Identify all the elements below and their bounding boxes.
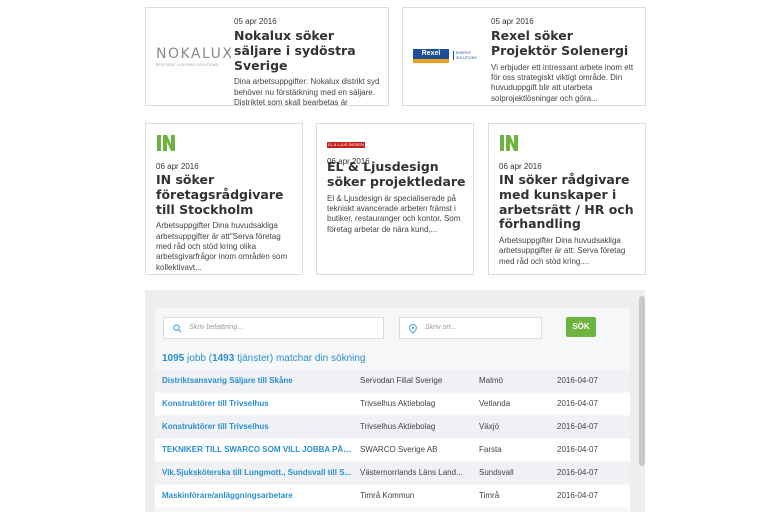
job-date: 2016-04-07 [557,491,598,500]
nokalux-logo: NOKALUX EFFICIENT LIGHTING SOLUTIONS [156,46,234,67]
job-title-link[interactable]: Maskinförare/anläggningsarbetare [162,491,352,500]
card-title[interactable]: IN söker företagsrådgivare till Stockhol… [156,172,296,217]
job-card-nokalux[interactable]: NOKALUX EFFICIENT LIGHTING SOLUTIONS 05 … [145,7,389,106]
job-title-link[interactable]: Vik.Sjuksköterska till Lungmott., Sundsv… [162,468,352,477]
company-name: Trivselhus Aktiebolag [360,422,436,431]
job-card-in-foretagsradgivare[interactable]: 06 apr 2016 IN söker företagsrådgivare t… [145,123,303,275]
job-location: Sundsvall [479,468,514,477]
job-title-link[interactable]: Konstruktörer till Trivselhus [162,422,352,431]
job-location: Växjö [479,422,500,431]
card-date: 05 apr 2016 [491,17,534,26]
job-location: Vetlanda [479,399,511,408]
job-search-placeholder: Skriv befattning... [189,324,244,331]
card-description: Arbetsuppgifter Dina huvudsakliga arbets… [499,236,626,266]
in-logo [157,135,175,151]
card-date: 06 apr 2016 [327,157,370,166]
job-search-input[interactable]: Skriv befattning... [163,317,384,339]
card-description: Arbetsuppgifter Dina huvudsakliga arbets… [156,221,288,272]
job-title-link[interactable]: Distriktsansvarig Säljare till Skåne [162,376,352,385]
search-icon [173,324,182,333]
rexel-logo: Rexel ENERGY SOLUTIONS [413,49,481,63]
job-title-link[interactable]: Konstruktörer till Trivselhus [162,399,352,408]
card-description: Dina arbetsuppgifter: Nokalux distrikt s… [234,77,380,106]
job-date: 2016-04-07 [557,445,598,454]
company-name: Servodan Filial Sverige [360,376,443,385]
job-date: 2016-04-07 [557,422,598,431]
location-pin-icon [409,324,417,334]
el-ljusdesign-logo: EL & LJUS DESIGN [327,142,365,148]
job-date: 2016-04-07 [557,376,598,385]
table-row[interactable]: Maskinförare/anläggningsarbetare Timrå K… [155,485,630,507]
card-description: Vi erbjuder ett intressant arbete inom e… [491,62,634,103]
card-title[interactable]: Rexel söker Projektör Solenergi [491,28,641,59]
table-row[interactable]: Distriktsansvarig Säljare till Skåne Ser… [155,370,630,392]
location-search-placeholder: Skriv ort... [425,324,457,331]
job-card-rexel[interactable]: Rexel ENERGY SOLUTIONS 05 apr 2016 Rexel… [402,7,646,106]
job-card-in-radgivare-hr[interactable]: 06 apr 2016 IN söker rådgivare med kunsk… [488,123,646,275]
job-date: 2016-04-07 [557,399,598,408]
card-description: El & Ljusdesign är specialiserade på tek… [327,193,461,234]
company-name: SWARCO Sverige AB [360,445,438,454]
card-date: 06 apr 2016 [156,162,199,171]
card-date: 05 apr 2016 [234,17,277,26]
result-count: 1095 jobb (1493 tjänster) matchar din sö… [162,353,366,364]
company-name: Västernorrlands Läns Land... [360,468,463,477]
job-location: Malmö [479,376,504,385]
table-row[interactable]: Konstruktörer till Trivselhus Trivselhus… [155,416,630,438]
card-date: 06 apr 2016 [499,162,542,171]
location-search-input[interactable]: Skriv ort... [399,317,542,339]
table-row[interactable]: Vik.Sjuksköterska till Lungmott., Sundsv… [155,462,630,484]
job-location: Timrå [479,491,500,500]
company-name: Timrå Kommun [360,491,415,500]
card-title[interactable]: Nokalux söker säljare i sydöstra Sverige [234,28,384,73]
card-title[interactable]: IN söker rådgivare med kunskaper i arbet… [499,172,639,232]
job-date: 2016-04-07 [557,468,598,477]
table-row[interactable]: TEKNIKER TILL SWARCO SOM VILL JOBBA PÅ F… [155,439,630,461]
company-name: Trivselhus Aktiebolag [360,399,436,408]
job-location: Farsta [479,445,502,454]
job-card-el-ljusdesign[interactable]: EL & LJUS DESIGN EL & Ljusdesign söker p… [316,123,474,275]
job-title-link[interactable]: TEKNIKER TILL SWARCO SOM VILL JOBBA PÅ F… [162,445,352,454]
search-button[interactable]: SÖK [566,317,596,337]
scrollbar[interactable] [639,296,645,466]
table-row[interactable]: Konstruktörer till Trivselhus Trivselhus… [155,393,630,415]
in-logo [500,135,518,151]
